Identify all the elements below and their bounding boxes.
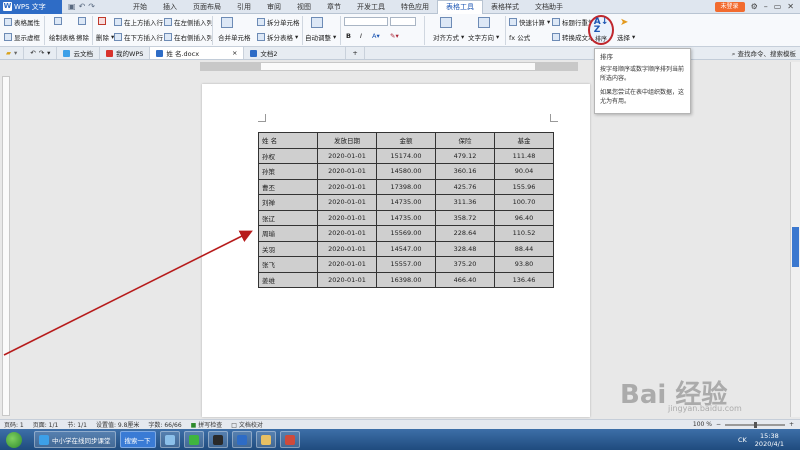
proof-icon: □ <box>231 422 237 429</box>
spell-check[interactable]: ■ 拼写检查 <box>191 420 223 429</box>
status-bar: 页码: 1 页面: 1/1 节: 1/1 设置值: 9.8厘米 字数: 66/6… <box>0 419 800 429</box>
folder-icon <box>260 434 271 445</box>
sort-tooltip: 排序 按字母顺序或数字顺序排列当前所选内容。 如果您尝试在表中组织数据，这尤为有… <box>594 48 691 114</box>
paint-icon <box>164 434 175 445</box>
taskbar-wps[interactable] <box>231 431 252 448</box>
zoom-control: 100 % − + <box>693 421 794 428</box>
zoom-out-icon[interactable]: − <box>716 421 721 428</box>
taskbar-paint[interactable] <box>159 431 180 448</box>
taskbar-folder[interactable] <box>255 431 276 448</box>
app-icon <box>212 434 223 445</box>
setting-value: 设置值: 9.8厘米 <box>95 422 140 429</box>
windows-taskbar: 中小学在线同步课堂 搜索一下 CK 15:38 2020/4/1 <box>0 429 800 450</box>
word-count[interactable]: 字数: 66/66 <box>148 420 181 429</box>
clock[interactable]: 15:38 2020/4/1 <box>755 432 784 448</box>
start-button[interactable] <box>6 431 22 448</box>
taskbar-app[interactable] <box>207 431 228 448</box>
zoom-in-icon[interactable]: + <box>789 421 794 428</box>
page-count: 页面: 1/1 <box>32 422 59 429</box>
tooltip-line: 按字母顺序或数字顺序排列当前所选内容。 <box>600 66 685 82</box>
zoom-slider[interactable] <box>724 421 785 428</box>
taskbar-presentation[interactable] <box>279 431 300 448</box>
wechat-icon <box>188 434 199 445</box>
scrollbar-thumb[interactable] <box>792 227 799 267</box>
taskbar-wechat[interactable] <box>183 431 204 448</box>
doc-proof[interactable]: □ 文档校对 <box>231 420 263 429</box>
check-icon: ■ <box>190 422 197 429</box>
vertical-scrollbar[interactable] <box>790 62 800 417</box>
input-language[interactable]: CK <box>738 436 747 444</box>
page-number: 页码: 1 <box>4 422 24 429</box>
tooltip-title: 排序 <box>600 53 613 61</box>
presentation-icon <box>284 434 295 445</box>
tooltip-line: 如果您尝试在表中组织数据，这尤为有用。 <box>600 89 685 105</box>
taskbar-ie[interactable]: 中小学在线同步课堂 <box>34 431 116 448</box>
baidu-watermark-url: jingyan.baidu.com <box>668 404 742 413</box>
wps-writer-icon <box>236 434 247 445</box>
zoom-level[interactable]: 100 % <box>693 421 712 428</box>
taskbar-search[interactable]: 搜索一下 <box>119 431 156 448</box>
ie-icon <box>39 434 49 445</box>
section-count: 节: 1/1 <box>67 422 87 429</box>
